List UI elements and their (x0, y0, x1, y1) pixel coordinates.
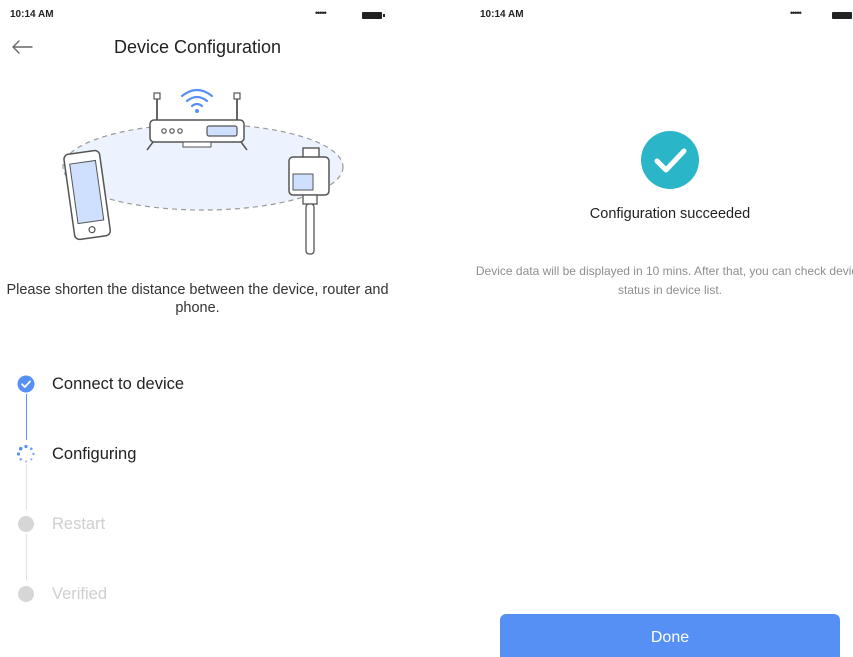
step-connector (26, 464, 27, 510)
success-title: Configuration succeeded (589, 206, 751, 222)
status-time: 10:14 AM (480, 9, 524, 20)
step-configuring: Configuring (16, 442, 136, 466)
step-label: Configuring (52, 444, 137, 463)
distance-hint: Please shorten the distance between the … (6, 282, 389, 316)
step-label: Verified (52, 584, 108, 603)
step-connect-to-device: Connect to device (16, 372, 184, 396)
step-label: Connect to device (52, 374, 185, 393)
battery-icon (362, 12, 385, 19)
battery-icon (832, 12, 852, 19)
spinner-icon (16, 444, 36, 464)
step-label: Restart (52, 514, 106, 533)
configuration-steps: Connect to device Configuring Restart Ve… (16, 372, 396, 612)
step-connector (26, 534, 27, 580)
pending-dot-icon (16, 584, 36, 604)
signal-indicator: ••••• (315, 8, 327, 18)
step-restart: Restart (16, 512, 105, 536)
done-button[interactable]: Done (500, 614, 840, 657)
device-sensor-icon (288, 147, 330, 255)
connection-illustration (55, 82, 345, 260)
configuration-success-screen: 10:14 AM ••••• Configuration succeeded D… (470, 0, 853, 657)
success-description: Device data will be displayed in 10 mins… (475, 264, 853, 297)
step-connector (26, 394, 27, 440)
wifi-icon (180, 88, 214, 108)
pending-dot-icon (16, 514, 36, 534)
signal-indicator: ••••• (790, 8, 802, 18)
router-icon (146, 92, 248, 151)
device-configuration-screen: 10:14 AM ••••• Device Configuration Plea… (0, 0, 420, 657)
check-circle-icon (16, 374, 36, 394)
page-title: Device Configuration (113, 37, 282, 57)
status-time: 10:14 AM (10, 9, 54, 20)
check-circle-icon (641, 131, 699, 189)
step-verified: Verified (16, 582, 107, 606)
